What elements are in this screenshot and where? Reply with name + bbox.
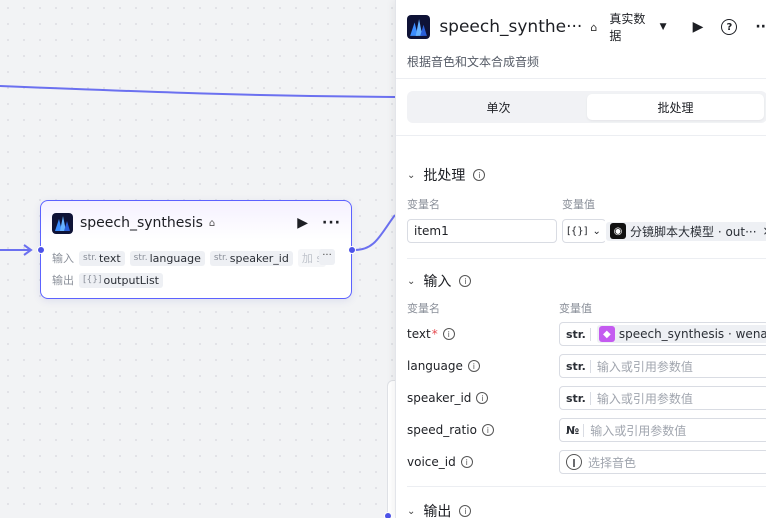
- column-variable-name: 变量名: [407, 198, 440, 211]
- run-icon[interactable]: ▶: [297, 215, 308, 231]
- batch-type-select[interactable]: [{}] ⌄: [562, 219, 606, 243]
- node-config-panel: speech_synthe··· ⌂ 真实数据 ▼ ▶ ? ·· 根据音色和文本合…: [395, 0, 766, 518]
- input-text-value[interactable]: str. ◆ speech_synthesis · wenan: [559, 322, 766, 346]
- input-voice-id-label: voice_id i: [407, 455, 473, 469]
- panel-description: 根据音色和文本合成音频: [407, 55, 540, 69]
- input-port[interactable]: [384, 512, 392, 518]
- batch-variable-name-input[interactable]: item1: [407, 219, 557, 243]
- divider: [396, 135, 766, 136]
- input-tag: str. language: [129, 250, 205, 266]
- panel-title: speech_synthe···: [439, 17, 583, 37]
- llm-icon: ◉: [610, 223, 626, 239]
- info-icon[interactable]: i: [467, 360, 480, 372]
- help-icon[interactable]: ?: [721, 19, 738, 35]
- info-icon[interactable]: i: [442, 328, 455, 340]
- input-language-label: language i: [407, 359, 480, 373]
- output-port[interactable]: [348, 246, 356, 254]
- info-icon[interactable]: i: [481, 424, 494, 436]
- node-title: speech_synthesis: [80, 215, 203, 231]
- input-text-label: text * i: [407, 327, 455, 341]
- plugin-icon: ◆: [598, 326, 615, 342]
- save-icon[interactable]: ⌂: [209, 218, 215, 229]
- node-outputs-row: 输出 [{}] outputList: [52, 272, 163, 288]
- batch-section-header[interactable]: ⌄ 批处理 i: [407, 165, 486, 185]
- input-speaker-id-value[interactable]: str. 输入或引用参数值: [559, 386, 766, 410]
- batch-variable-ref[interactable]: ◉ 分镜脚本大模型 · out··· ×: [604, 219, 766, 243]
- column-variable-name: 变量名: [407, 302, 440, 315]
- voice-select[interactable]: ‖ 选择音色: [559, 450, 766, 474]
- input-port[interactable]: [37, 246, 45, 254]
- input-label: 输入: [52, 252, 74, 265]
- voice-icon: ‖: [566, 454, 582, 470]
- caret-down-icon: ▼: [659, 22, 667, 32]
- input-speed-ratio-value[interactable]: № 输入或引用参数值: [559, 418, 766, 442]
- column-variable-value: 变量值: [562, 198, 595, 211]
- divider: [407, 258, 766, 259]
- input-tag: str. text: [79, 250, 125, 266]
- input-speaker-id-label: speaker_id i: [407, 391, 489, 405]
- tab-single[interactable]: 单次: [410, 94, 587, 120]
- speech-logo-icon: [52, 212, 73, 234]
- tab-batch[interactable]: 批处理: [587, 94, 764, 120]
- divider: [396, 78, 766, 79]
- more-icon[interactable]: ···: [322, 215, 341, 231]
- input-language-value[interactable]: str. 输入或引用参数值: [559, 354, 766, 378]
- run-icon[interactable]: ▶: [693, 19, 704, 35]
- divider: [407, 486, 766, 487]
- mode-tabs: 单次 批处理: [407, 91, 766, 123]
- info-icon[interactable]: i: [459, 275, 472, 287]
- input-tag: str. speaker_id: [209, 250, 293, 266]
- save-icon[interactable]: ⌂: [590, 21, 597, 34]
- info-icon[interactable]: i: [460, 456, 473, 468]
- more-icon[interactable]: ··: [755, 19, 766, 35]
- speech-synthesis-node[interactable]: speech_synthesis ⌂ ▶ ··· 输入 str. text str…: [40, 200, 352, 299]
- more-inputs-button[interactable]: ···: [319, 249, 335, 265]
- info-icon[interactable]: i: [473, 169, 486, 181]
- info-icon[interactable]: i: [476, 392, 489, 404]
- chevron-down-icon: ⌄: [407, 275, 416, 287]
- chevron-down-icon: ⌄: [407, 505, 416, 517]
- speech-logo-icon: [407, 15, 431, 39]
- workflow-canvas[interactable]: speech_synthesis ⌂ ▶ ··· 输入 str. text str…: [0, 0, 399, 518]
- node-inputs-row: 输入 str. text str. language str. speaker_id …: [52, 249, 331, 267]
- chevron-down-icon: ⌄: [407, 169, 416, 181]
- chevron-down-icon: ⌄: [592, 225, 601, 237]
- output-label: 输出: [52, 274, 74, 287]
- input-speed-ratio-label: speed_ratio i: [407, 423, 494, 437]
- output-tag: [{}] outputList: [79, 272, 163, 288]
- output-section-header[interactable]: ⌄ 输出 i: [407, 501, 472, 518]
- close-icon[interactable]: ×: [763, 224, 766, 238]
- input-section-header[interactable]: ⌄ 输入 i: [407, 271, 472, 291]
- data-mode-dropdown[interactable]: 真实数据 ▼: [609, 10, 666, 44]
- column-variable-value: 变量值: [559, 302, 592, 315]
- info-icon[interactable]: i: [459, 505, 472, 517]
